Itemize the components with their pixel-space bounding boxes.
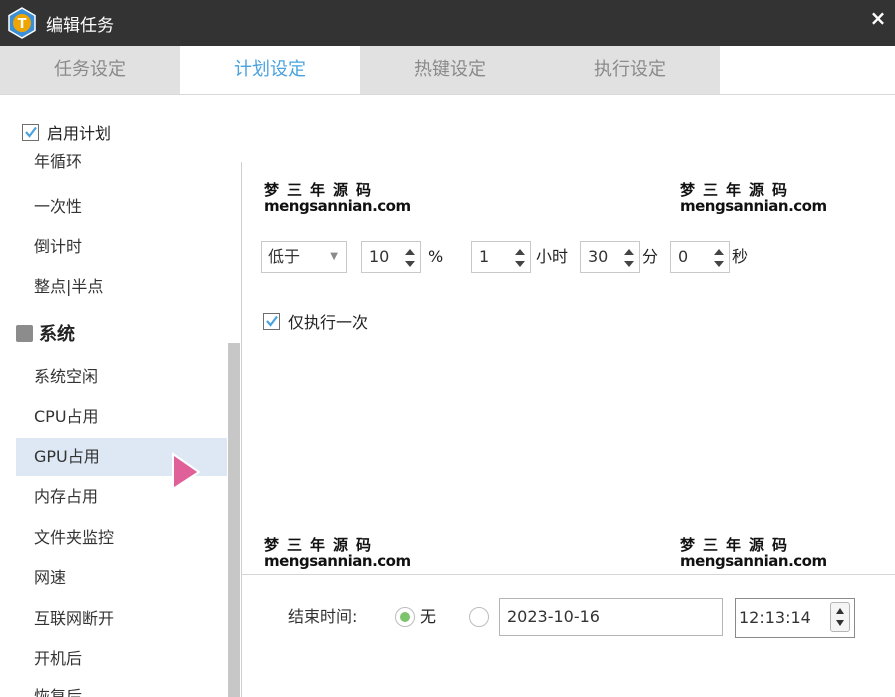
time-spin-arrows[interactable] [830,602,850,632]
tab-hotkey-settings[interactable]: 热键设定 [360,46,540,94]
section-divider [242,574,895,575]
run-once-label: 仅执行一次 [288,313,369,332]
hours-value: 1 [479,247,490,266]
spin-arrows-icon[interactable] [403,246,417,270]
sidebar-scrollbar-thumb[interactable] [228,343,240,697]
sidebar-item-yearly[interactable]: 年循环 [34,150,82,174]
tab-task-settings[interactable]: 任务设定 [0,46,180,94]
sidebar-item-folder-monitor[interactable]: 文件夹监控 [34,519,114,557]
end-time-input[interactable]: 12:13:14 [735,598,855,638]
app-logo-icon: T [8,7,36,39]
percent-spinner[interactable]: 10 [361,241,421,273]
sidebar-item-after-resume[interactable]: 恢复后 [34,684,82,697]
panel-divider [241,162,242,697]
sidebar-item-once[interactable]: 一次性 [34,188,82,226]
dropdown-arrow-icon: ▼ [330,251,338,262]
pointer-arrow-icon [172,452,201,491]
hours-unit: 小时 [536,247,569,266]
end-time-date-radio[interactable] [469,607,489,627]
title-bar: T 编辑任务 × [0,0,895,46]
enable-plan-checkbox[interactable]: 启用计划 [22,121,111,143]
spin-arrows-icon[interactable] [712,246,726,270]
close-button[interactable]: × [866,6,890,30]
comparator-value: 低于 [268,247,301,266]
minutes-unit: 分 [642,247,659,266]
watermark: 梦三年源码 mengsannian.com [680,181,827,215]
hours-spinner[interactable]: 1 [471,241,531,273]
sidebar-group-label: 系统 [39,324,75,345]
end-date-input[interactable]: 2023-10-16 [499,598,723,636]
sidebar-group-system[interactable]: 系统 [16,318,75,348]
spin-arrows-icon[interactable] [622,246,636,270]
end-time-value: 12:13:14 [739,608,811,627]
sidebar-item-internet-disconnect[interactable]: 互联网断开 [34,600,114,638]
tab-execute-settings[interactable]: 执行设定 [540,46,720,94]
sidebar-item-hourly[interactable]: 整点|半点 [34,268,103,306]
window-title: 编辑任务 [46,16,114,36]
tab-bar: 任务设定 计划设定 热键设定 执行设定 [0,46,895,95]
percent-unit: % [428,247,444,266]
watermark: 梦三年源码 mengsannian.com [264,181,411,215]
watermark: 梦三年源码 mengsannian.com [680,536,827,570]
collapse-icon [16,324,33,342]
checkbox-icon [22,123,39,141]
comparator-select[interactable]: 低于 ▼ [261,241,347,273]
sidebar-item-cpu[interactable]: CPU占用 [34,398,99,436]
end-time-none-radio[interactable] [395,607,415,627]
spin-arrows-icon[interactable] [831,603,849,631]
sidebar-item-memory[interactable]: 内存占用 [34,478,98,516]
spin-arrows-icon[interactable] [513,246,527,270]
sidebar-item-countdown[interactable]: 倒计时 [34,228,82,266]
percent-value: 10 [369,247,390,266]
svg-text:T: T [18,17,27,32]
end-time-label: 结束时间: [288,607,358,626]
sidebar-item-network-speed[interactable]: 网速 [34,559,66,597]
minutes-spinner[interactable]: 30 [580,241,640,273]
end-time-none-label: 无 [420,607,437,626]
seconds-spinner[interactable]: 0 [670,241,730,273]
run-once-checkbox[interactable]: 仅执行一次 [263,310,368,332]
seconds-unit: 秒 [732,247,749,266]
checkbox-icon [263,312,280,330]
minutes-value: 30 [588,247,609,266]
enable-plan-label: 启用计划 [47,124,112,143]
watermark: 梦三年源码 mengsannian.com [264,536,411,570]
radio-selected-icon [400,612,410,622]
sidebar-item-after-boot[interactable]: 开机后 [34,640,82,678]
seconds-value: 0 [678,247,689,266]
sidebar-item-system-idle[interactable]: 系统空闲 [34,358,98,396]
tab-plan-settings[interactable]: 计划设定 [180,46,360,94]
